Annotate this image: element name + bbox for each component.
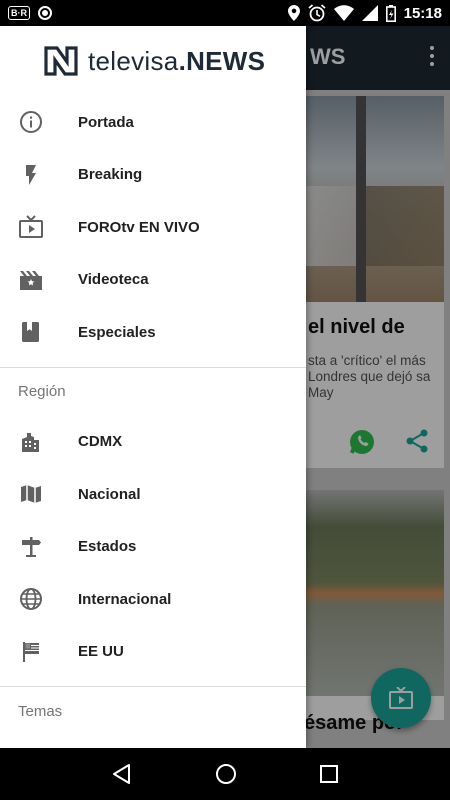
nav-item-forotv-en-vivo[interactable]: FOROtv EN VIVO — [0, 201, 306, 254]
recents-icon[interactable] — [319, 764, 339, 784]
city-icon — [22, 432, 39, 452]
alarm-icon — [308, 4, 326, 22]
televisa-logo-icon — [44, 46, 78, 76]
region-nav-list: CDMX Nacional Estados Internacional EE U… — [0, 416, 306, 679]
back-icon[interactable] — [111, 763, 133, 785]
section-title-temas: Temas — [18, 702, 63, 720]
tv-icon — [19, 215, 43, 239]
nav-item-label: Nacional — [78, 485, 141, 503]
nav-item-label: FOROtv EN VIVO — [78, 218, 200, 236]
nav-item-estados[interactable]: Estados — [0, 521, 306, 574]
system-nav-bar — [0, 748, 450, 800]
info-icon — [20, 111, 42, 134]
battery-icon — [385, 4, 396, 22]
nav-item-nacional[interactable]: Nacional — [0, 468, 306, 521]
clock-time: 15:18 — [403, 4, 442, 22]
notification-badge-icon: B·R — [8, 6, 30, 20]
globe-icon — [20, 588, 42, 611]
map-icon — [21, 485, 41, 505]
nav-item-cdmx[interactable]: CDMX — [0, 416, 306, 469]
nav-item-label: Breaking — [78, 166, 143, 184]
nav-item-label: EE UU — [78, 643, 124, 661]
main-nav-list: Portada Breaking FOROtv EN VIVO Videotec… — [0, 96, 306, 359]
flag-icon — [23, 641, 39, 662]
navigation-drawer: televisa.NEWS Portada Breaking FOROtv EN… — [0, 26, 306, 748]
nav-item-label: Internacional — [78, 590, 172, 608]
nav-item-label: Portada — [78, 113, 134, 131]
signpost-icon — [22, 536, 41, 557]
location-icon — [287, 5, 300, 21]
section-title-region: Región — [18, 383, 66, 400]
nav-item-videoteca[interactable]: Videoteca — [0, 254, 306, 307]
wifi-icon — [333, 5, 354, 21]
nav-item-breaking[interactable]: Breaking — [0, 149, 306, 202]
book-icon — [22, 322, 39, 343]
brand-name: televisa.NEWS — [88, 45, 266, 76]
record-icon — [38, 6, 52, 20]
video-library-icon — [20, 270, 42, 290]
nav-item-internacional[interactable]: Internacional — [0, 573, 306, 626]
signal-icon — [361, 5, 378, 21]
nav-item-label: Estados — [78, 538, 137, 556]
nav-item-ee-uu[interactable]: EE UU — [0, 626, 306, 679]
nav-item-label: Videoteca — [78, 271, 149, 289]
status-bar: B·R 15:18 — [0, 0, 450, 26]
nav-item-label: Especiales — [78, 323, 156, 341]
lightning-icon — [26, 164, 36, 185]
nav-item-especiales[interactable]: Especiales — [0, 306, 306, 359]
drawer-header: televisa.NEWS — [0, 26, 306, 96]
home-icon[interactable] — [215, 763, 237, 785]
nav-item-label: CDMX — [78, 433, 123, 451]
nav-item-portada[interactable]: Portada — [0, 96, 306, 149]
